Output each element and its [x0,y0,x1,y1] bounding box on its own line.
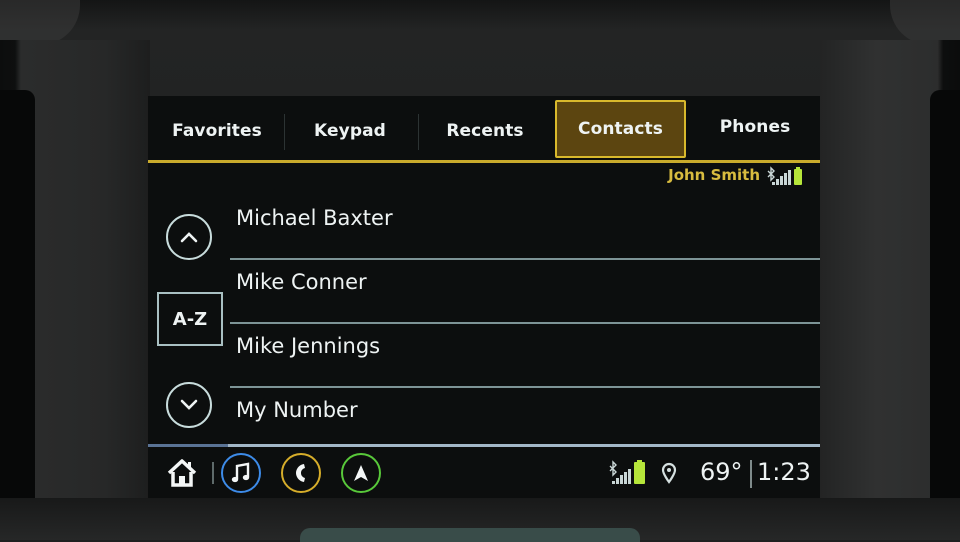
battery-icon [794,167,802,185]
navigation-icon [354,465,368,481]
tab-underline [148,160,820,163]
contact-name: Mike Jennings [236,334,381,358]
chevron-up-icon [180,232,198,243]
phone-ring [281,453,321,493]
home-button[interactable] [164,457,200,489]
location-button[interactable] [661,461,677,485]
navigation-ring [341,453,381,493]
outside-temperature: 69° [700,458,743,486]
contact-list-item[interactable]: Mike Conner [230,260,820,324]
tab-contacts[interactable]: Contacts [555,100,686,158]
contact-list: Michael Baxter Mike Conner Mike Jennings… [230,196,820,452]
infotainment-screen: Favorites Keypad Recents Contacts Phones… [148,96,820,498]
tab-divider [418,114,419,150]
location-pin-icon [661,462,677,484]
tab-label: Keypad [314,121,386,141]
tab-label: Favorites [172,121,262,141]
battery-icon [634,460,645,484]
alphabet-jump-button[interactable]: A-Z [157,292,223,346]
signal-bars-icon [772,170,791,185]
air-vent-left [0,90,35,540]
navigation-button[interactable] [341,453,381,493]
dashboard-bezel-right [820,40,960,540]
dashboard-bezel-left [0,40,150,540]
tab-phones[interactable]: Phones [692,100,818,154]
tab-divider [284,114,285,150]
scroll-up-button[interactable] [166,214,212,260]
dock-divider [212,462,214,484]
tab-label: Recents [446,121,524,141]
music-ring [221,453,261,493]
air-vent-right [930,90,960,540]
phone-tab-bar: Favorites Keypad Recents Contacts Phones [148,96,820,163]
connected-phone-name: John Smith [668,166,760,184]
music-icon [231,462,250,483]
phone-icon [296,464,305,482]
tab-recents[interactable]: Recents [422,104,548,158]
bluetooth-icon [609,460,617,477]
chevron-down-icon [180,399,198,410]
tab-label: Phones [719,117,791,137]
tab-favorites[interactable]: Favorites [158,104,276,158]
home-icon [167,459,197,487]
contact-list-item[interactable]: My Number [230,388,820,452]
bottom-dock: 69° 1:23 [148,448,820,498]
time-divider [750,460,752,488]
dock-separator-line [148,444,820,447]
contact-name: Michael Baxter [236,206,393,230]
tab-label: Contacts [578,119,663,139]
contact-name: Mike Conner [236,270,367,294]
dock-separator-accent [148,444,228,447]
music-button[interactable] [221,453,261,493]
contact-name: My Number [236,398,358,422]
vehicle-phone-status [608,460,648,486]
contact-list-item[interactable]: Michael Baxter [230,196,820,260]
contact-list-item[interactable]: Mike Jennings [230,324,820,388]
phone-status-icons [766,166,810,186]
phone-button[interactable] [281,453,321,493]
clock: 1:23 [757,458,811,486]
scroll-down-button[interactable] [166,382,212,428]
tab-keypad[interactable]: Keypad [288,104,412,158]
bluetooth-icon [767,166,775,182]
